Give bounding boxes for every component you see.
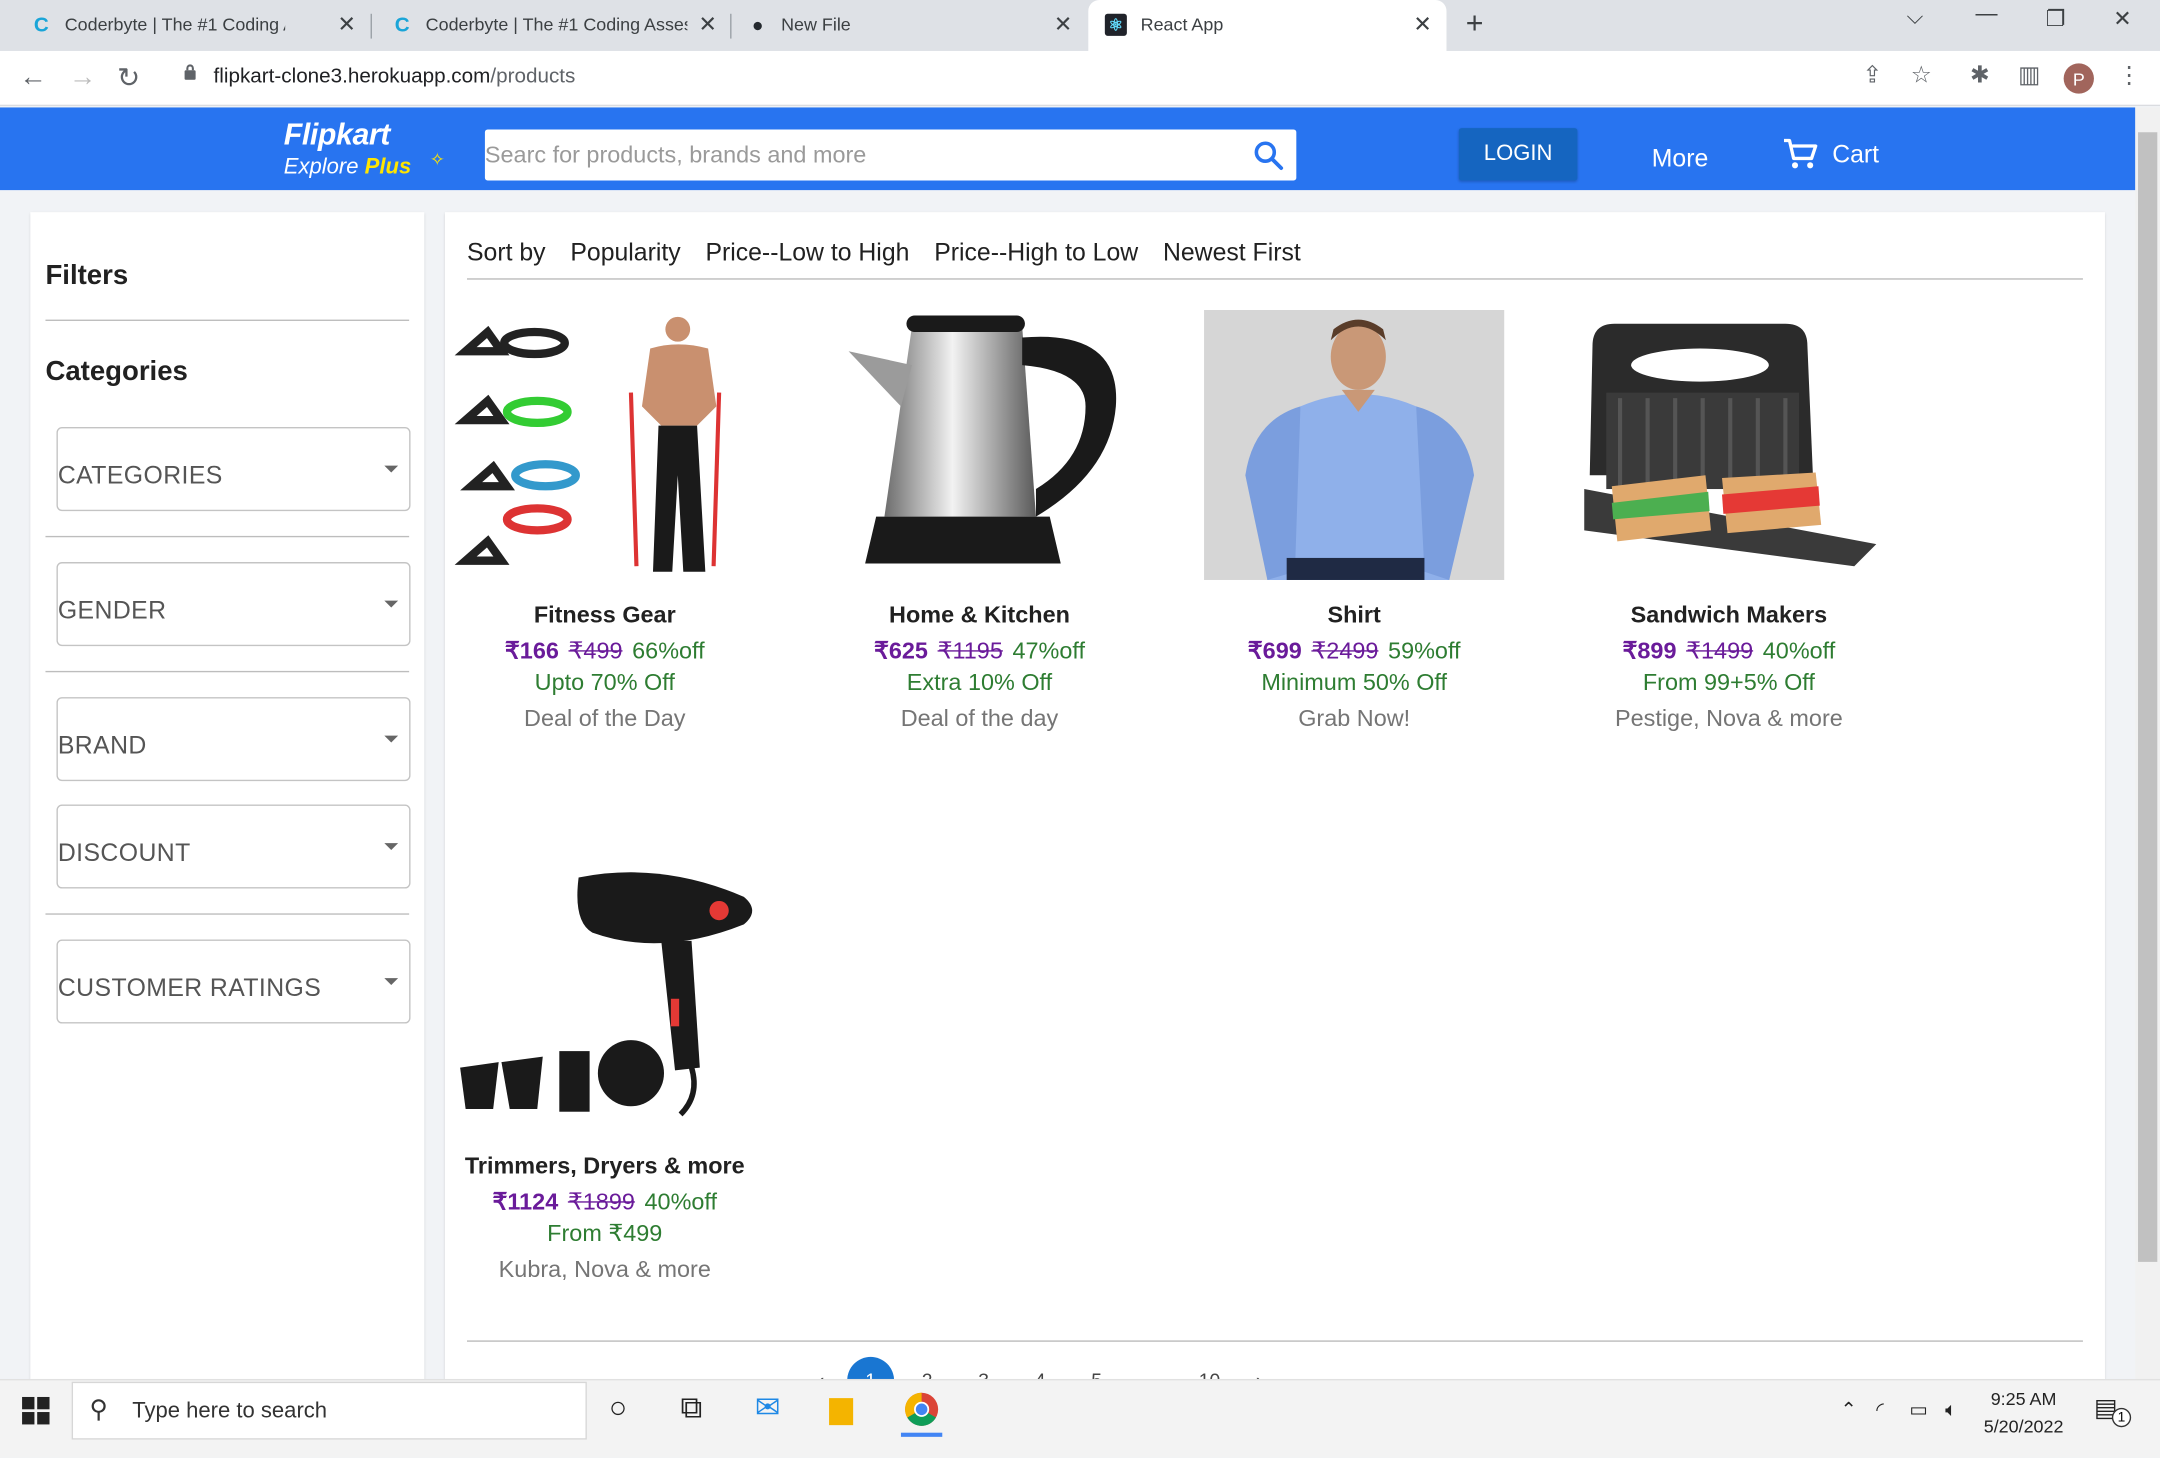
url-field[interactable]: flipkart-clone3.herokuapp.com/products [214,65,576,88]
minimize-icon[interactable]: — [1975,3,1997,28]
search-icon[interactable] [1251,138,1287,174]
browser-tab-coderbyte-1[interactable]: C Coderbyte | The #1 Coding Assessment ✕ [0,0,369,51]
divider [45,913,410,915]
browser-tab-new-file[interactable]: ● New File ✕ [716,0,1088,51]
lock-icon[interactable] [182,63,199,80]
bookmark-star-icon[interactable]: ☆ [1911,62,1932,90]
close-window-icon[interactable]: ✕ [2113,6,2131,34]
flipkart-logo[interactable]: Flipkart [284,117,391,153]
browser-tab-coderbyte-2[interactable]: C Coderbyte | The #1 Coding Assessment ✕ [361,0,730,51]
active-app-indicator [900,1432,943,1437]
search-icon: ⚲ [89,1395,108,1424]
product-image [454,861,755,1132]
tray-chevron-up-icon[interactable]: ⌃ [1840,1398,1856,1421]
login-button[interactable]: LOGIN [1458,128,1578,181]
divider [45,535,410,538]
page-scrollbar-thumb[interactable] [2138,132,2158,1262]
plus-star-icon: ✧ [429,148,445,170]
task-view-icon[interactable]: ⧉ [681,1390,703,1426]
close-tab-icon[interactable]: ✕ [1413,11,1431,39]
windows-start-icon[interactable] [22,1396,50,1425]
react-icon: ⚛ [1104,13,1127,36]
search-input[interactable] [484,129,1229,181]
coderbyte-icon: C [394,13,410,37]
chevron-down-icon [384,735,399,743]
volume-icon[interactable]: 🔈︎ [1945,1398,1957,1421]
filters-heading: Filters [45,260,129,291]
gender-select[interactable]: GENDER [56,562,411,647]
close-tab-icon[interactable]: ✕ [338,11,356,39]
search-box [484,129,1297,181]
divider [45,319,410,321]
taskbar-clock[interactable]: 9:25 AM 5/20/2022 [1984,1386,2064,1441]
notification-count-badge: 1 [2111,1407,2132,1428]
more-menu[interactable]: More [1652,145,1709,174]
file-explorer-icon[interactable]: ▆ [829,1390,852,1426]
sort-price-low-high[interactable]: Price--Low to High [705,238,909,267]
sort-label: Sort by [467,238,546,266]
sort-bar: Sort by Popularity Price--Low to High Pr… [467,238,1326,267]
side-panel-icon[interactable]: ▥ [2018,62,2040,90]
close-tab-icon[interactable]: ✕ [1054,11,1072,39]
divider [467,278,2083,280]
divider [45,670,410,673]
battery-icon[interactable]: ▭ [1909,1398,1927,1421]
sort-popularity[interactable]: Popularity [570,238,680,267]
cortana-icon[interactable]: ○ [609,1390,627,1426]
sort-price-high-low[interactable]: Price--High to Low [934,238,1138,267]
brand-select[interactable]: BRAND [56,697,411,782]
chevron-down-icon [384,465,399,473]
share-icon[interactable]: ⇪ [1863,62,1883,90]
tab-search-icon[interactable]: ⌵ [1907,6,1924,31]
product-image [829,309,1130,580]
back-icon[interactable]: ← [19,62,47,94]
browser-tab-react-app[interactable]: ⚛ React App ✕ [1088,0,1447,51]
new-tab-icon[interactable]: + [1466,6,1496,42]
github-icon: ● [751,13,764,36]
extensions-icon[interactable]: ✱ [1970,62,1990,90]
wifi-icon[interactable]: ◜ [1876,1398,1883,1421]
mail-icon[interactable]: ✉ [755,1390,780,1426]
chrome-icon[interactable] [904,1391,940,1427]
chevron-down-icon [384,978,399,985]
product-image [1204,309,1505,580]
browser-menu-icon[interactable]: ⋮ [2117,62,2140,90]
product-image [454,309,755,580]
close-tab-icon[interactable]: ✕ [698,11,716,39]
divider [467,1340,2083,1342]
cart-button[interactable]: Cart [1783,138,1879,171]
restore-icon[interactable]: ❐ [2046,6,2066,34]
coderbyte-icon: C [33,13,49,37]
categories-select[interactable]: CATEGORIES [56,427,411,512]
sort-newest-first[interactable]: Newest First [1163,238,1301,267]
logo-subtitle: Explore Plus [283,155,412,180]
chevron-down-icon [384,600,399,608]
forward-icon[interactable]: → [69,62,97,94]
reload-icon[interactable]: ↻ [117,61,140,95]
avatar[interactable]: P [2063,63,2094,94]
categories-heading: Categories [45,356,188,388]
product-image [1578,309,1880,580]
taskbar-search[interactable]: ⚲ Type here to search [71,1381,587,1440]
discount-select[interactable]: DISCOUNT [56,804,411,889]
customer-ratings-select[interactable]: CUSTOMER RATINGS [56,939,411,1024]
cart-icon [1783,138,1818,169]
chevron-down-icon [384,843,399,850]
